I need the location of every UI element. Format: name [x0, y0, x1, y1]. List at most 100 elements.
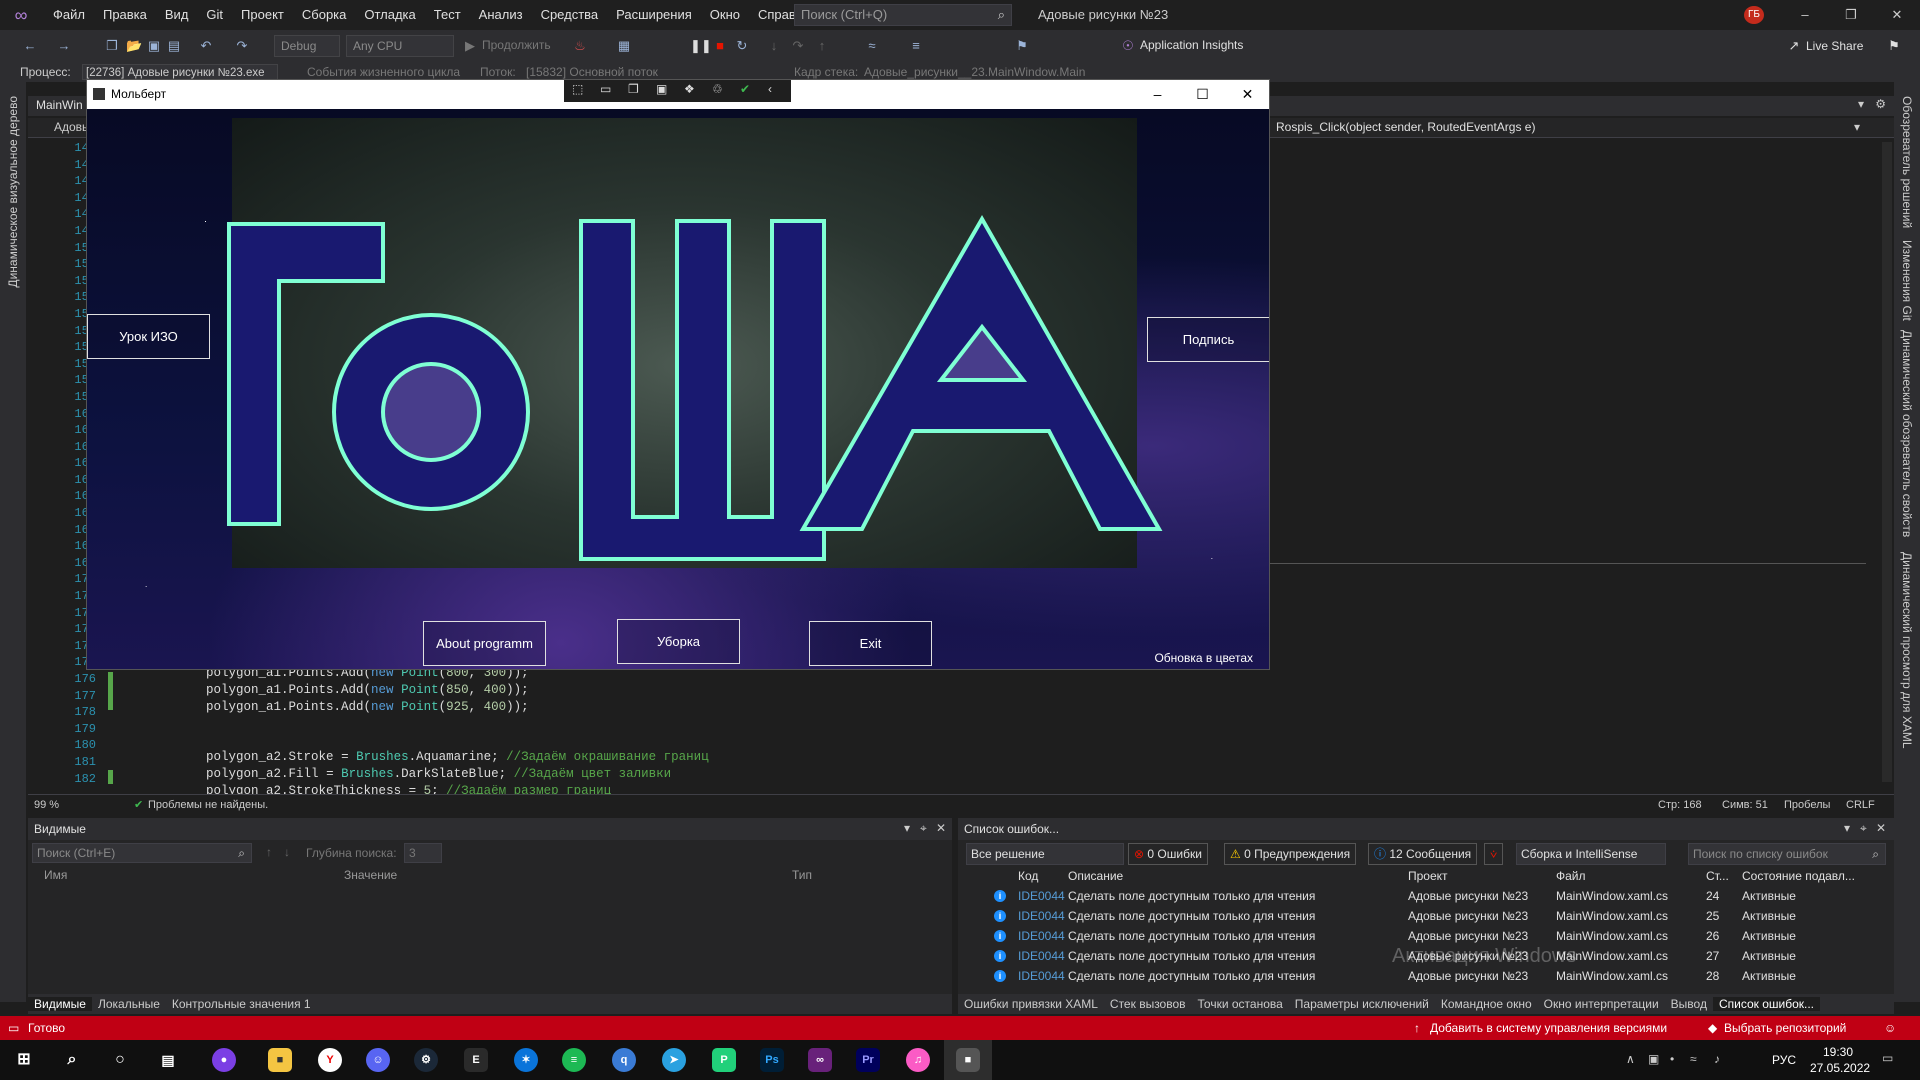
live-property-explorer-tab[interactable]: Динамический обозреватель свойств [1900, 330, 1914, 537]
step-into-icon[interactable]: ↓ [766, 38, 782, 54]
add-to-source-control-button[interactable]: Добавить в систему управления версиями [1430, 1016, 1667, 1040]
redo-icon[interactable]: ↷ [234, 38, 250, 54]
pause-icon[interactable]: ❚❚ [690, 38, 712, 54]
live-visual-tree-tab[interactable]: Динамическое визуальное дерево [6, 96, 20, 288]
menu-file[interactable]: Файл [44, 0, 94, 30]
signature-button[interactable]: Подпись [1147, 317, 1269, 362]
column-line[interactable]: Ст... [1706, 869, 1729, 883]
build-source-select[interactable]: Сборка и IntelliSense [1516, 843, 1666, 865]
column-type[interactable]: Тип [792, 868, 812, 882]
steam-icon[interactable]: ⚙ [414, 1048, 438, 1072]
molbert-app-icon[interactable]: ■ [956, 1048, 980, 1072]
panel-menu-icon[interactable]: ▾ [904, 821, 910, 835]
visual-studio-logo-icon[interactable]: ∞ [10, 4, 32, 26]
error-code-link[interactable]: IDE0044 [1018, 886, 1065, 906]
photoshop-icon[interactable]: Ps [760, 1048, 784, 1072]
open-icon[interactable]: 📂 [126, 38, 142, 54]
table-row[interactable]: i IDE0044 Сделать поле доступным только … [958, 886, 1894, 906]
zoom-level[interactable]: 99 % [34, 795, 59, 815]
app-close-icon[interactable]: ✕ [1225, 80, 1269, 109]
application-insights-button[interactable]: Application Insights [1140, 38, 1243, 52]
search-down-icon[interactable]: ↓ [284, 845, 290, 859]
global-search-input[interactable]: Поиск (Ctrl+Q) ⌕ [794, 4, 1012, 26]
scope-select[interactable]: Все решение [966, 843, 1124, 865]
microphone-icon[interactable]: • [1670, 1052, 1674, 1066]
menu-project[interactable]: Проект [232, 0, 293, 30]
qbittorrent-icon[interactable]: q [612, 1048, 636, 1072]
error-code-link[interactable]: IDE0044 [1018, 946, 1065, 966]
minimize-icon[interactable]: – [1782, 0, 1828, 30]
cortana-icon[interactable]: ○ [108, 1048, 132, 1072]
table-row[interactable]: i IDE0044 Сделать поле доступным только … [958, 926, 1894, 946]
menu-git[interactable]: Git [197, 0, 232, 30]
tab-exception-settings[interactable]: Параметры исключений [1289, 997, 1435, 1011]
pin-icon[interactable]: ⌖ [920, 821, 927, 836]
search-up-icon[interactable]: ↑ [266, 845, 272, 859]
battle-net-icon[interactable]: ✶ [514, 1048, 538, 1072]
track-focus-icon[interactable]: ▣ [656, 82, 667, 96]
stop-icon[interactable]: ■ [712, 38, 728, 54]
tab-overflow-icon[interactable]: ▾ [1858, 97, 1864, 111]
column-name[interactable]: Имя [44, 868, 67, 882]
menu-build[interactable]: Сборка [293, 0, 356, 30]
git-changes-tab[interactable]: Изменения Git [1900, 240, 1914, 321]
save-icon[interactable]: ▣ [146, 38, 162, 54]
exit-button[interactable]: Exit [809, 621, 932, 666]
tray-app-icon[interactable]: ▣ [1648, 1052, 1659, 1066]
premiere-icon[interactable]: Pr [856, 1048, 880, 1072]
clock-date[interactable]: 27.05.2022 [1810, 1061, 1870, 1075]
wifi-icon[interactable]: ≈ [1690, 1052, 1697, 1066]
close-icon[interactable]: ✕ [1874, 0, 1920, 30]
table-row[interactable]: i IDE0044 Сделать поле доступным только … [958, 966, 1894, 982]
locals-search-input[interactable]: Поиск (Ctrl+E) ⌕ [32, 843, 252, 863]
tab-call-stack[interactable]: Стек вызовов [1104, 997, 1192, 1011]
issues-status[interactable]: Проблемы не найдены. [148, 795, 268, 815]
user-avatar[interactable]: ГБ [1744, 6, 1764, 24]
panel-close-icon[interactable]: ✕ [1876, 821, 1886, 835]
clean-button[interactable]: Уборка [617, 619, 740, 664]
app-minimize-icon[interactable]: – [1135, 80, 1180, 109]
settings-icon[interactable]: ⚙ [1875, 97, 1886, 111]
bookmark-icon[interactable]: ⚑ [1014, 38, 1030, 54]
lesson-button[interactable]: Урок ИЗО [87, 314, 210, 359]
tab-breakpoints[interactable]: Точки останова [1192, 997, 1289, 1011]
tab-output[interactable]: Вывод [1665, 997, 1713, 1011]
collapse-toolbar-icon[interactable]: ‹ [768, 82, 772, 96]
diagnostics-icon[interactable]: ≈ [864, 38, 880, 54]
menu-debug[interactable]: Отладка [355, 0, 424, 30]
error-list-search-input[interactable]: Поиск по списку ошибок ⌕ [1688, 843, 1886, 865]
hot-reload-ok-icon[interactable]: ✔ [740, 82, 750, 96]
live-share-icon[interactable]: ↗ [1786, 38, 1802, 54]
menu-test[interactable]: Тест [425, 0, 470, 30]
notification-center-icon[interactable]: ▭ [1882, 1051, 1893, 1065]
column-code[interactable]: Код [1018, 869, 1038, 883]
column-suppression[interactable]: Состояние подавл... [1742, 869, 1855, 883]
tab-command-window[interactable]: Командное окно [1435, 997, 1538, 1011]
column-description[interactable]: Описание [1068, 869, 1123, 883]
menu-tools[interactable]: Средства [532, 0, 608, 30]
messages-filter-chip[interactable]: ⓘ 12 Сообщения [1368, 843, 1478, 865]
error-code-link[interactable]: IDE0044 [1018, 906, 1065, 926]
tab-immediate-window[interactable]: Окно интерпретации [1538, 997, 1665, 1011]
undo-icon[interactable]: ↶ [198, 38, 214, 54]
tab-locals[interactable]: Локальные [92, 997, 166, 1011]
step-out-icon[interactable]: ↑ [814, 38, 830, 54]
start-icon[interactable]: ⊞ [12, 1048, 36, 1072]
continue-button[interactable]: Продолжить [482, 38, 551, 52]
menu-view[interactable]: Вид [156, 0, 198, 30]
visual-studio-icon[interactable]: ∞ [808, 1048, 832, 1072]
tab-autos[interactable]: Видимые [28, 997, 92, 1011]
restore-icon[interactable]: ❐ [1828, 0, 1874, 30]
file-explorer-icon[interactable]: ■ [268, 1048, 292, 1072]
xaml-live-preview-tab[interactable]: Динамический просмотр для XAML [1900, 552, 1914, 749]
column-project[interactable]: Проект [1408, 869, 1448, 883]
warnings-filter-chip[interactable]: ⚠ 0 Предупреждения [1224, 843, 1357, 865]
column-file[interactable]: Файл [1556, 869, 1586, 883]
member-nav-select[interactable]: Rospis_Click(object sender, RoutedEventA… [1276, 120, 1535, 134]
task-view-icon[interactable]: ▤ [156, 1048, 180, 1072]
tab-watch-1[interactable]: Контрольные значения 1 [166, 997, 317, 1011]
configuration-select[interactable]: Debug [274, 35, 340, 57]
yandex-browser-icon[interactable]: Y [318, 1048, 342, 1072]
solution-explorer-tab[interactable]: Обозреватель решений [1900, 96, 1914, 228]
thread-icon[interactable]: ≡ [908, 38, 924, 54]
